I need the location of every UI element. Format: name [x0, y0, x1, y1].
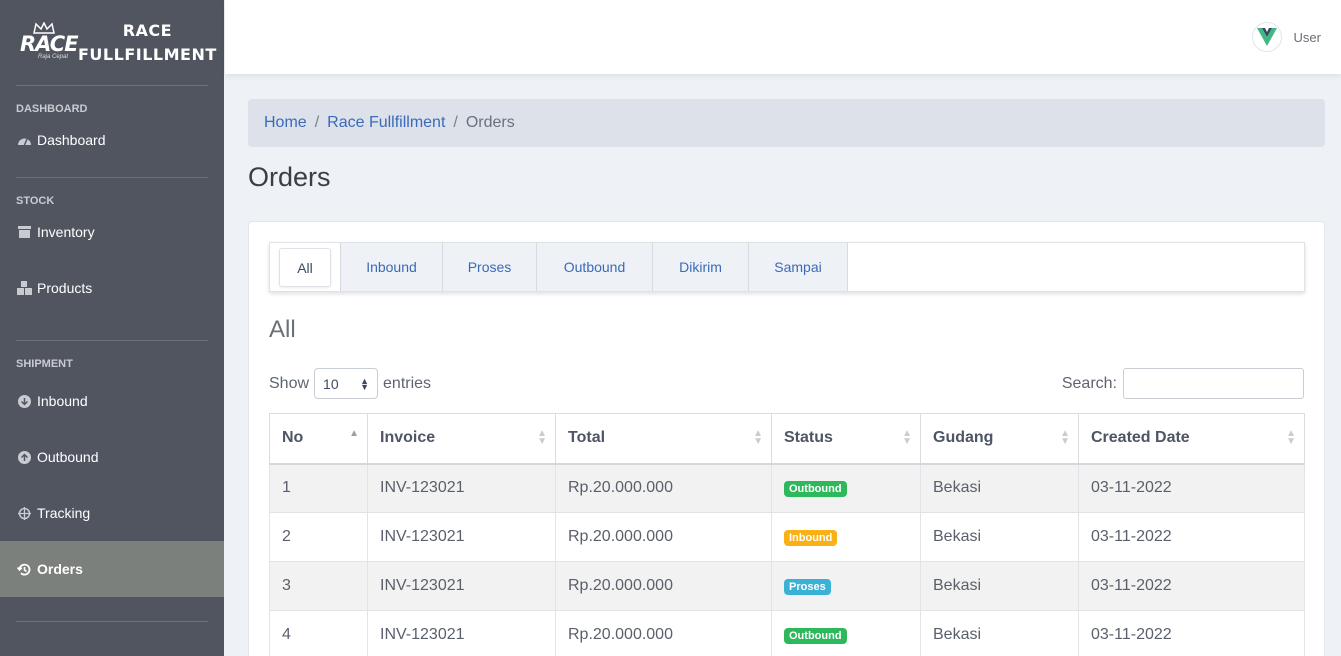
page-title: Orders [248, 162, 331, 192]
column-header-gudang[interactable]: Gudang ▲ ▼ [920, 413, 1079, 465]
user-menu[interactable]: User [1251, 22, 1321, 52]
arrow-down-circle-icon [16, 393, 32, 409]
column-header-created-date[interactable]: Created Date ▲ ▼ [1078, 413, 1305, 465]
tab-sampai[interactable]: Sampai [749, 243, 848, 291]
sidebar-divider [16, 621, 208, 622]
column-header-no[interactable]: No ▲ [269, 413, 368, 465]
tab-outbound[interactable]: Outbound [537, 243, 653, 291]
tab-all[interactable]: All [279, 248, 331, 287]
sidebar-divider [16, 177, 208, 178]
history-icon [16, 561, 32, 577]
crosshair-icon [16, 505, 32, 521]
archive-icon [16, 224, 32, 240]
status-badge: Outbound [784, 481, 847, 498]
sidebar-section-shipment: SHIPMENT [16, 358, 73, 370]
sidebar-divider [16, 340, 208, 341]
brand-name: RACE FULLFILLMENT [78, 20, 217, 64]
sort-icon: ▲ ▼ [1286, 428, 1296, 447]
entries-select[interactable]: 10 ▲ ▼ [314, 368, 379, 399]
table-search: Search: [1062, 368, 1304, 399]
tab-proses[interactable]: Proses [443, 243, 537, 291]
table-row[interactable]: 4 INV-123021 Rp.20.000.000 Outbound Beka… [269, 610, 1305, 656]
sidebar-divider [16, 85, 208, 86]
top-header: User [225, 0, 1341, 74]
sidebar-item-inbound[interactable]: Inbound [0, 373, 224, 429]
breadcrumb-separator: / [453, 114, 458, 131]
status-badge: Inbound [784, 530, 838, 546]
speedometer-icon [16, 132, 32, 148]
sidebar-item-inventory[interactable]: Inventory [0, 207, 224, 257]
sidebar-item-outbound[interactable]: Outbound [0, 429, 224, 485]
sidebar-section-dashboard: DASHBOARD [16, 103, 88, 115]
sort-icon: ▲ [349, 428, 359, 439]
section-title: All [269, 316, 296, 343]
sort-icon: ▲ ▼ [537, 428, 547, 447]
orders-table: No ▲ Invoice ▲ ▼ Total ▲ ▼ Status ▲ ▼ Gudang ▲ ▼ … [269, 413, 1305, 656]
sort-icon: ▲ ▼ [753, 428, 763, 447]
brand[interactable]: RACE Raja Cepat RACE FULLFILLMENT [0, 0, 224, 85]
breadcrumb-parent-link[interactable]: Race Fullfillment [327, 114, 445, 132]
sidebar-item-dashboard[interactable]: Dashboard [0, 115, 224, 165]
sidebar-item-orders[interactable]: Orders [0, 541, 224, 597]
race-logo: RACE Raja Cepat [18, 20, 79, 65]
status-tabs: All Inbound Proses Outbound Dikirim Samp… [269, 242, 1305, 292]
breadcrumb-home-link[interactable]: Home [264, 114, 307, 132]
entries-length-control: Show 10 ▲ ▼ entries [269, 368, 431, 399]
tab-dikirim[interactable]: Dikirim [653, 243, 749, 291]
user-name[interactable]: User [1294, 30, 1321, 45]
tab-inbound[interactable]: Inbound [340, 243, 443, 291]
table-row[interactable]: 1 INV-123021 Rp.20.000.000 Outbound Beka… [269, 463, 1305, 513]
orders-card: All Inbound Proses Outbound Dikirim Samp… [248, 221, 1325, 656]
sidebar-section-stock: STOCK [16, 195, 55, 207]
sidebar-item-tracking[interactable]: Tracking [0, 485, 224, 541]
breadcrumb-current: Orders [465, 114, 515, 131]
status-badge: Proses [784, 579, 831, 595]
search-input[interactable] [1123, 368, 1304, 399]
breadcrumb-separator: / [314, 114, 320, 131]
table-row[interactable]: 2 INV-123021 Rp.20.000.000 Inbound Bekas… [269, 512, 1305, 562]
arrow-up-circle-icon [16, 449, 32, 465]
column-header-total[interactable]: Total ▲ ▼ [555, 413, 772, 465]
column-header-invoice[interactable]: Invoice ▲ ▼ [367, 413, 556, 465]
breadcrumb: Home / Race Fullfillment / Orders [248, 99, 1325, 147]
column-header-status[interactable]: Status ▲ ▼ [771, 413, 921, 465]
table-header-row: No ▲ Invoice ▲ ▼ Total ▲ ▼ Status ▲ ▼ Gudang ▲ ▼ … [269, 413, 1305, 465]
sort-icon: ▲ ▼ [1060, 428, 1070, 447]
avatar[interactable] [1251, 22, 1282, 52]
sort-icon: ▲ ▼ [902, 428, 912, 447]
vue-logo-icon [1256, 28, 1277, 46]
sort-arrows-icon: ▲ ▼ [360, 375, 370, 392]
status-badge: Outbound [784, 628, 847, 644]
table-row[interactable]: 3 INV-123021 Rp.20.000.000 Proses Bekasi… [269, 561, 1305, 611]
boxes-icon [16, 280, 32, 296]
sidebar-item-products[interactable]: Products [0, 257, 224, 319]
sidebar: RACE Raja Cepat RACE FULLFILLMENT DASHBO… [0, 0, 224, 656]
